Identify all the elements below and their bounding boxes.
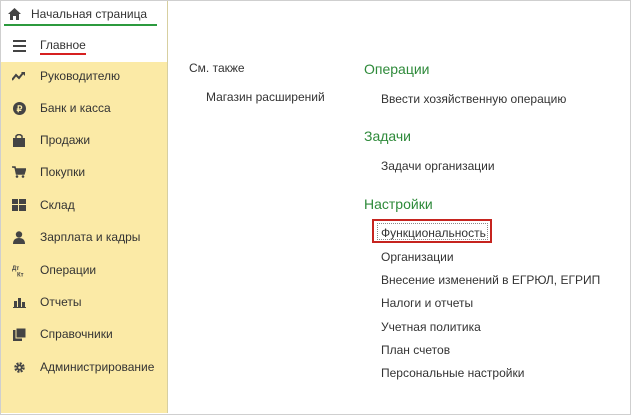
bag-icon <box>11 132 27 148</box>
section-title-settings: Настройки <box>364 196 433 212</box>
home-tab[interactable]: Начальная страница <box>1 1 167 31</box>
trend-icon <box>11 68 27 84</box>
sidebar-item-directories[interactable]: Справочники <box>1 318 167 350</box>
sidebar-item-purchases[interactable]: Покупки <box>1 156 167 188</box>
sidebar-item-label: Покупки <box>40 165 86 179</box>
sidebar-item-label: Зарплата и кадры <box>40 230 141 244</box>
menu-icon <box>11 38 27 54</box>
sidebar-item-label: Склад <box>40 198 75 212</box>
sidebar-item-reports[interactable]: Отчеты <box>1 286 167 318</box>
dt-kt-icon: Дт Кт <box>11 262 27 278</box>
svg-text:Кт: Кт <box>17 272 24 277</box>
sidebar-item-warehouse[interactable]: Склад <box>1 189 167 221</box>
sidebar-item-operations[interactable]: Дт Кт Операции <box>1 254 167 286</box>
link-extensions-store[interactable]: Магазин расширений <box>206 90 325 104</box>
sidebar: Начальная страница Главное Руководителю … <box>1 1 168 413</box>
link-personal-settings[interactable]: Персональные настройки <box>381 366 524 380</box>
sidebar-item-label: Отчеты <box>40 295 82 309</box>
sidebar-item-sales[interactable]: Продажи <box>1 124 167 156</box>
sidebar-item-main[interactable]: Главное <box>1 30 167 62</box>
cart-icon <box>11 164 27 180</box>
link-enter-operation[interactable]: Ввести хозяйственную операцию <box>381 92 566 106</box>
warehouse-icon <box>11 197 27 213</box>
person-icon <box>11 229 27 245</box>
sidebar-item-manager[interactable]: Руководителю <box>1 60 167 92</box>
sidebar-item-label: Справочники <box>40 327 113 341</box>
bar-chart-icon <box>11 294 27 310</box>
sidebar-item-label: Продажи <box>40 133 91 147</box>
sidebar-item-label: Операции <box>40 263 97 277</box>
link-accounting-policy[interactable]: Учетная политика <box>381 320 481 334</box>
link-functionality[interactable]: Функциональность <box>381 226 486 240</box>
home-tab-label: Начальная страница <box>31 7 148 21</box>
section-title-operations: Операции <box>364 61 430 77</box>
link-organization-tasks[interactable]: Задачи организации <box>381 159 495 173</box>
sidebar-item-label: Банк и касса <box>40 101 111 115</box>
sidebar-item-bank[interactable]: ₽ Банк и касса <box>1 92 167 124</box>
section-title-tasks: Задачи <box>364 128 412 144</box>
svg-text:₽: ₽ <box>16 104 22 114</box>
sidebar-item-label: Руководителю <box>40 69 121 83</box>
link-organizations[interactable]: Организации <box>381 250 454 264</box>
sidebar-item-salary[interactable]: Зарплата и кадры <box>1 221 167 253</box>
svg-text:Дт: Дт <box>12 266 19 272</box>
coin-icon: ₽ <box>11 100 27 116</box>
link-egrul-changes[interactable]: Внесение изменений в ЕГРЮЛ, ЕГРИП <box>381 273 600 287</box>
books-icon <box>11 326 27 342</box>
home-icon <box>6 6 22 22</box>
link-chart-of-accounts[interactable]: План счетов <box>381 343 450 357</box>
sidebar-item-label: Администрирование <box>40 360 155 374</box>
gear-icon <box>11 359 27 375</box>
home-tab-inner: Начальная страница <box>4 4 157 26</box>
link-taxes-reports[interactable]: Налоги и отчеты <box>381 296 473 310</box>
see-also-title: См. также <box>189 61 245 75</box>
sidebar-item-label: Главное <box>40 38 86 55</box>
sidebar-item-admin[interactable]: Администрирование <box>1 351 167 383</box>
